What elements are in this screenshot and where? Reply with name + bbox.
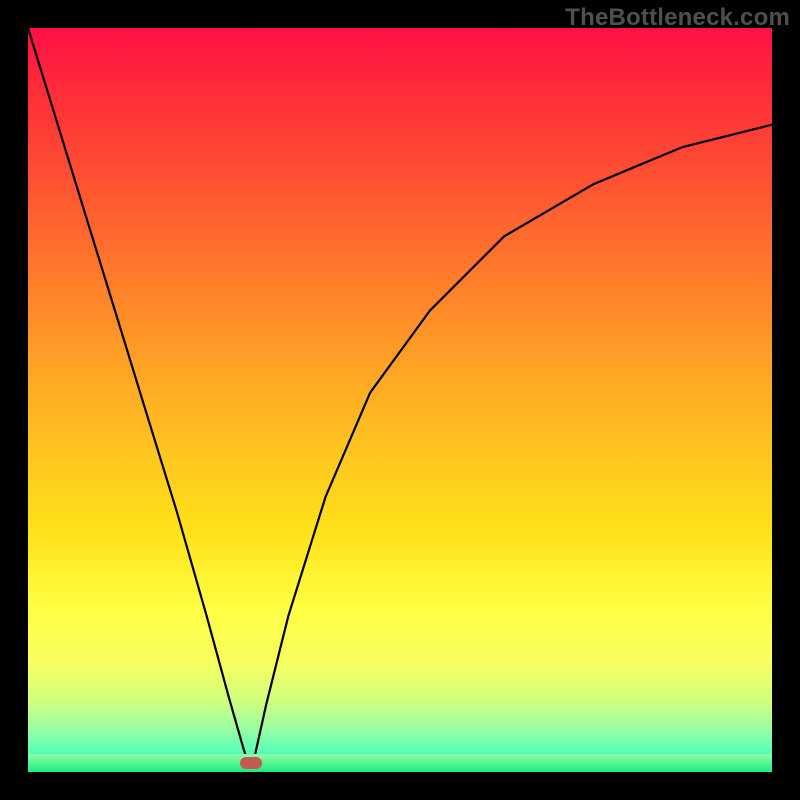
curve-right-branch	[251, 125, 772, 772]
bottleneck-curve	[28, 28, 772, 772]
watermark-text: TheBottleneck.com	[565, 4, 790, 32]
optimum-marker	[240, 757, 262, 769]
plot-area	[28, 28, 772, 772]
chart-frame: TheBottleneck.com	[0, 0, 800, 800]
green-baseline-band	[28, 754, 772, 772]
curve-left-branch	[28, 28, 251, 772]
